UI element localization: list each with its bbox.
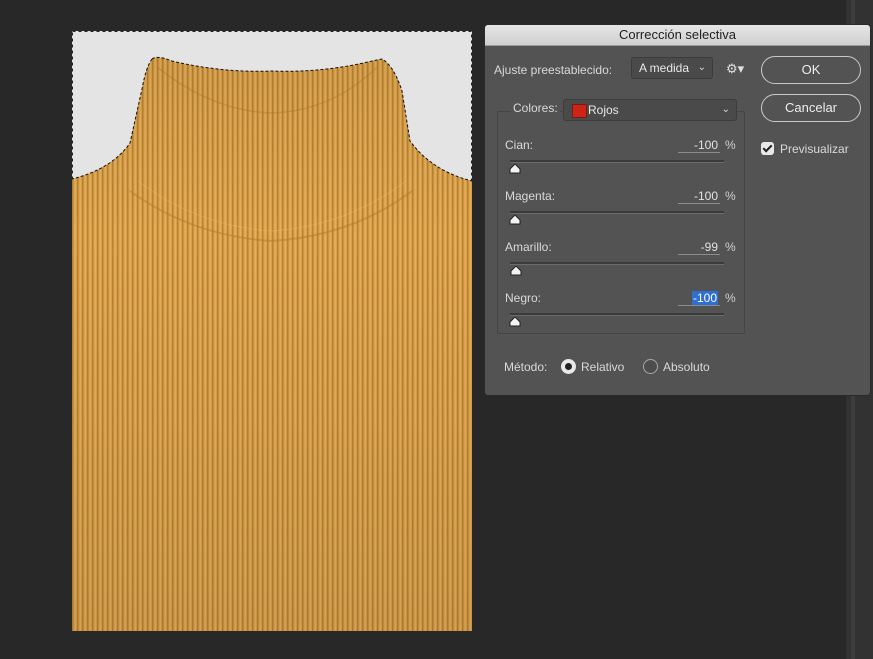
- selective-color-dialog: Corrección selectiva Ajuste preestableci…: [484, 24, 871, 396]
- absolute-radio[interactable]: [643, 359, 658, 374]
- sweater-image: [72, 31, 472, 631]
- yellow-value-field[interactable]: -99: [678, 239, 720, 255]
- cyan-label: Cian:: [505, 138, 534, 152]
- chevron-down-icon: ⌄: [697, 62, 706, 73]
- preset-dropdown[interactable]: A medida ⌄: [631, 57, 713, 79]
- preset-value: A medida: [639, 61, 690, 75]
- ok-button[interactable]: OK: [761, 56, 861, 84]
- black-value-field[interactable]: -100: [678, 290, 720, 306]
- magenta-unit: %: [725, 189, 736, 203]
- cyan-slider-track[interactable]: [510, 160, 724, 163]
- relative-radio[interactable]: [561, 359, 576, 374]
- cyan-value-field[interactable]: -100: [678, 137, 720, 153]
- absolute-radio-label[interactable]: Absoluto: [663, 360, 710, 374]
- black-label: Negro:: [505, 291, 542, 305]
- colors-group: Colores: Rojos ⌄ Cian: -100 % Magenta: -…: [497, 99, 745, 334]
- colors-label: Colores:: [511, 101, 560, 115]
- magenta-value-field[interactable]: -100: [678, 188, 720, 204]
- colors-value: Rojos: [588, 103, 619, 117]
- cancel-button[interactable]: Cancelar: [761, 94, 861, 122]
- preview-label: Previsualizar: [780, 142, 849, 156]
- method-label: Método:: [504, 360, 548, 374]
- cyan-unit: %: [725, 138, 736, 152]
- black-slider-track[interactable]: [510, 313, 724, 316]
- preset-label: Ajuste preestablecido:: [494, 63, 613, 77]
- document-canvas[interactable]: [72, 31, 472, 631]
- chevron-down-icon: ⌄: [721, 104, 730, 115]
- black-unit: %: [725, 291, 736, 305]
- red-swatch: [572, 104, 587, 118]
- relative-radio-label[interactable]: Relativo: [581, 360, 624, 374]
- magenta-label: Magenta:: [505, 189, 556, 203]
- magenta-slider-track[interactable]: [510, 211, 724, 214]
- yellow-unit: %: [725, 240, 736, 254]
- preview-checkbox[interactable]: [761, 142, 774, 155]
- gear-icon[interactable]: ⚙▾: [726, 61, 744, 77]
- yellow-label: Amarillo:: [505, 240, 552, 254]
- colors-dropdown[interactable]: Rojos ⌄: [563, 99, 737, 121]
- yellow-slider-track[interactable]: [510, 262, 724, 265]
- dialog-title[interactable]: Corrección selectiva: [485, 25, 870, 46]
